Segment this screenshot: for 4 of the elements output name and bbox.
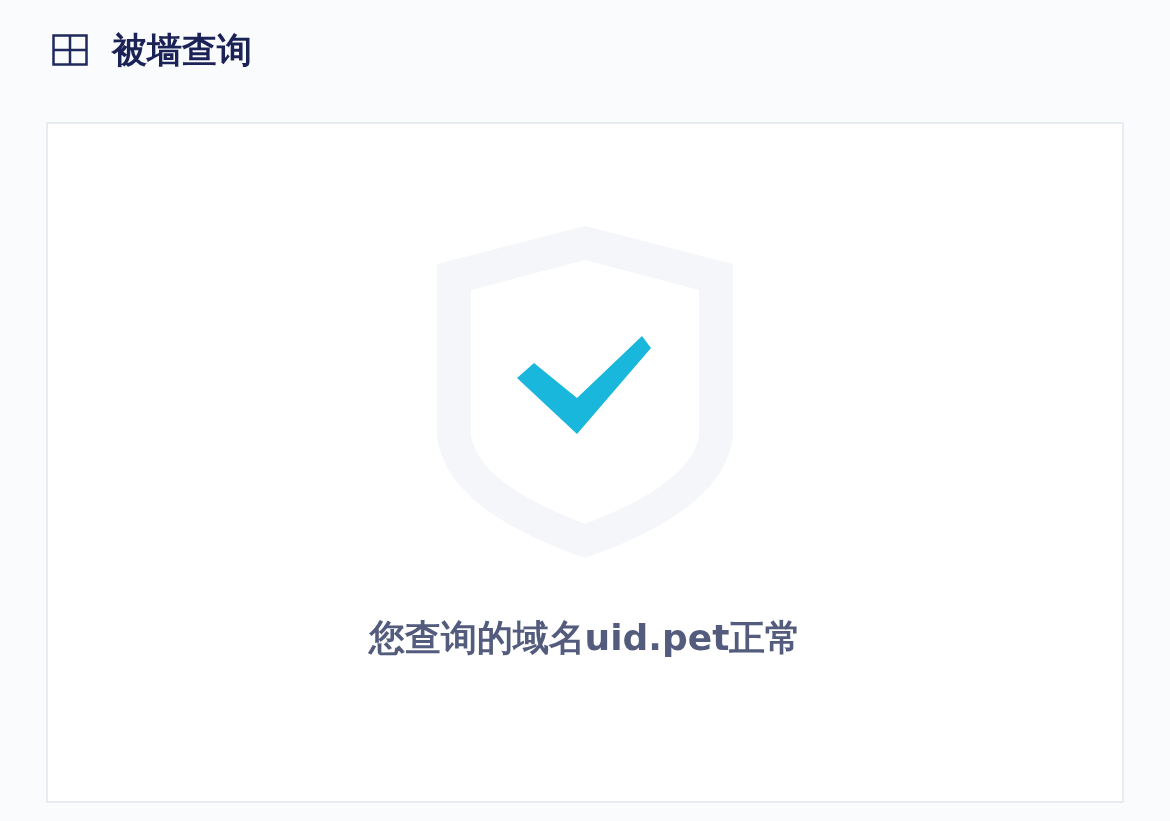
page-title: 被墙查询 — [112, 28, 252, 72]
shield-check-icon — [437, 226, 733, 558]
grid-icon — [52, 34, 88, 66]
result-message: 您查询的域名uid.pet正常 — [368, 616, 802, 660]
